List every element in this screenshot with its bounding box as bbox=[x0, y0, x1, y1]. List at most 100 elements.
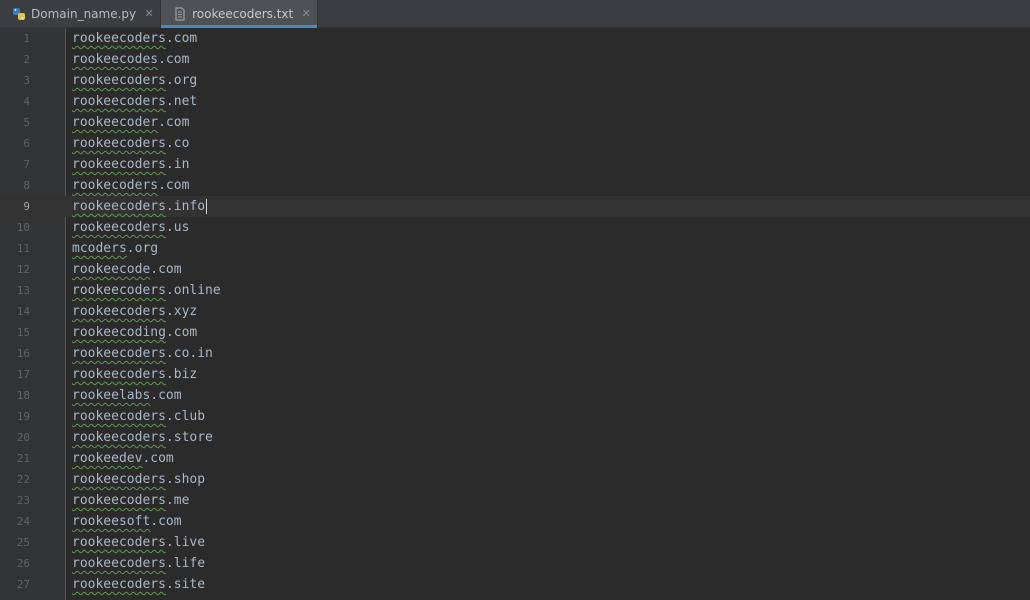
misspelled-word: rookeecoders bbox=[72, 94, 166, 109]
editor-line[interactable]: 11 mcoders.org bbox=[0, 238, 1030, 259]
misspelled-word: rookecoders bbox=[72, 178, 159, 193]
line-number: 20 bbox=[16, 431, 30, 444]
tab-domain-name-py[interactable]: Domain_name.py ✕ bbox=[0, 0, 162, 27]
line-text: rookecoders.com bbox=[72, 175, 189, 196]
domain-suffix: .us bbox=[165, 220, 190, 235]
tab-label: Domain_name.py bbox=[31, 6, 137, 21]
domain-suffix: .club bbox=[165, 409, 206, 424]
line-number: 3 bbox=[23, 74, 30, 87]
editor-line[interactable]: 18 rookeelabs.com bbox=[0, 385, 1030, 406]
misspelled-word: rookeecoders bbox=[72, 346, 166, 361]
editor-line[interactable]: 26 rookeecoders.life bbox=[0, 553, 1030, 574]
close-icon[interactable]: ✕ bbox=[144, 7, 154, 20]
line-number: 14 bbox=[16, 305, 30, 318]
editor-line[interactable]: 4 rookeecoders.net bbox=[0, 91, 1030, 112]
line-text: rookeecoders.com bbox=[72, 28, 197, 49]
editor-line[interactable]: 3 rookeecoders.org bbox=[0, 70, 1030, 91]
misspelled-word: rookeecoders bbox=[72, 430, 166, 445]
misspelled-word: rookeelabs bbox=[72, 388, 151, 403]
editor-line[interactable]: 15 rookeecoding.com bbox=[0, 322, 1030, 343]
domain-suffix: .com bbox=[165, 31, 198, 46]
line-text: rookeecoding.com bbox=[72, 322, 197, 343]
line-number: 1 bbox=[23, 32, 30, 45]
line-number: 4 bbox=[23, 95, 30, 108]
editor-line[interactable]: 22 rookeecoders.shop bbox=[0, 469, 1030, 490]
line-number: 13 bbox=[16, 284, 30, 297]
editor-line[interactable]: 19 rookeecoders.club bbox=[0, 406, 1030, 427]
editor-line[interactable]: 23 rookeecoders.me bbox=[0, 490, 1030, 511]
misspelled-word: rookeecoders bbox=[72, 199, 166, 214]
editor-line[interactable]: 2 rookeecodes.com bbox=[0, 49, 1030, 70]
domain-suffix: .site bbox=[165, 577, 206, 592]
line-number: 9 bbox=[23, 200, 30, 213]
misspelled-word: mcoders bbox=[72, 241, 127, 256]
line-number: 24 bbox=[16, 515, 30, 528]
domain-suffix: .live bbox=[165, 535, 206, 550]
line-number: 17 bbox=[16, 368, 30, 381]
text-file-icon bbox=[173, 6, 187, 21]
editor-line[interactable]: 1 rookeecoders.com bbox=[0, 28, 1030, 49]
domain-suffix: .com bbox=[150, 388, 182, 403]
editor-line[interactable]: 14 rookeecoders.xyz bbox=[0, 301, 1030, 322]
editor-line[interactable]: 10 rookeecoders.us bbox=[0, 217, 1030, 238]
line-number: 8 bbox=[23, 179, 30, 192]
line-number: 7 bbox=[23, 158, 30, 171]
editor-line[interactable]: 6 rookeecoders.co bbox=[0, 133, 1030, 154]
editor-line[interactable]: 27 rookeecoders.site bbox=[0, 574, 1030, 595]
python-file-icon bbox=[12, 7, 26, 21]
line-text: rookeedev.com bbox=[72, 448, 174, 469]
misspelled-word: rookeecoders bbox=[72, 157, 166, 172]
misspelled-word: rookeedev bbox=[72, 451, 143, 466]
editor-line[interactable]: 5 rookeecoder.com bbox=[0, 112, 1030, 133]
editor-line[interactable]: 17 rookeecoders.biz bbox=[0, 364, 1030, 385]
code-editor[interactable]: 1 rookeecoders.com 2 rookeecodes.com 3 rookee… bbox=[0, 28, 1030, 600]
line-text: rookeecoders.biz bbox=[72, 364, 197, 385]
domain-suffix: .co.in bbox=[165, 346, 213, 361]
domain-suffix: .com bbox=[142, 451, 174, 466]
domain-suffix: .net bbox=[165, 94, 198, 109]
editor-line[interactable]: 12 rookeecode.com bbox=[0, 259, 1030, 280]
line-text: rookeecoders.in bbox=[72, 154, 189, 175]
line-text: rookeecoders.store bbox=[72, 427, 213, 448]
misspelled-word: rookeecodes bbox=[72, 52, 159, 67]
misspelled-word: rookeecoders bbox=[72, 556, 166, 571]
misspelled-word: rookeecoders bbox=[72, 367, 166, 382]
tab-rookeecoders-txt[interactable]: rookeecoders.txt ✕ bbox=[161, 0, 319, 28]
misspelled-word: rookeecoders bbox=[72, 73, 166, 88]
domain-suffix: .me bbox=[165, 493, 190, 508]
misspelled-word: rookeecoders bbox=[72, 493, 166, 508]
domain-suffix: .com bbox=[165, 325, 198, 340]
line-text: rookeecoders.life bbox=[72, 553, 205, 574]
editor-line[interactable]: 21 rookeedev.com bbox=[0, 448, 1030, 469]
misspelled-word: rookeecoding bbox=[72, 325, 166, 340]
editor-line[interactable]: 13 rookeecoders.online bbox=[0, 280, 1030, 301]
line-text: rookeecoders.co.in bbox=[72, 343, 213, 364]
domain-suffix: .co bbox=[165, 136, 190, 151]
misspelled-word: rookeesoft bbox=[72, 514, 151, 529]
line-text: mcoders.org bbox=[72, 238, 158, 259]
line-text: rookeesoft.com bbox=[72, 511, 182, 532]
editor-line[interactable]: 16 rookeecoders.co.in bbox=[0, 343, 1030, 364]
line-text: rookeecoders.shop bbox=[72, 469, 205, 490]
line-text: rookeecoders.me bbox=[72, 490, 189, 511]
domain-suffix: .online bbox=[165, 283, 221, 298]
misspelled-word: rookeecoder bbox=[72, 115, 159, 130]
editor-line[interactable]: 25 rookeecoders.live bbox=[0, 532, 1030, 553]
line-number: 26 bbox=[16, 557, 30, 570]
line-text: rookeecoders.xyz bbox=[72, 301, 197, 322]
editor-line[interactable]: 24 rookeesoft.com bbox=[0, 511, 1030, 532]
editor-line[interactable]: 7 rookeecoders.in bbox=[0, 154, 1030, 175]
misspelled-word: rookeecoders bbox=[72, 535, 166, 550]
line-number: 12 bbox=[16, 263, 30, 276]
editor-line[interactable]: 8 rookecoders.com bbox=[0, 175, 1030, 196]
editor-line[interactable]: 9 rookeecoders.info bbox=[0, 196, 1030, 217]
misspelled-word: rookeecoders bbox=[72, 220, 166, 235]
line-text: rookeecoders.live bbox=[72, 532, 205, 553]
line-number: 25 bbox=[16, 536, 30, 549]
domain-suffix: .biz bbox=[165, 367, 198, 382]
misspelled-word: rookeecoders bbox=[72, 472, 166, 487]
editor-line[interactable]: 20 rookeecoders.store bbox=[0, 427, 1030, 448]
close-icon[interactable]: ✕ bbox=[301, 7, 311, 20]
line-text: rookeecoders.online bbox=[72, 280, 221, 301]
line-text: rookeecoder.com bbox=[72, 112, 189, 133]
